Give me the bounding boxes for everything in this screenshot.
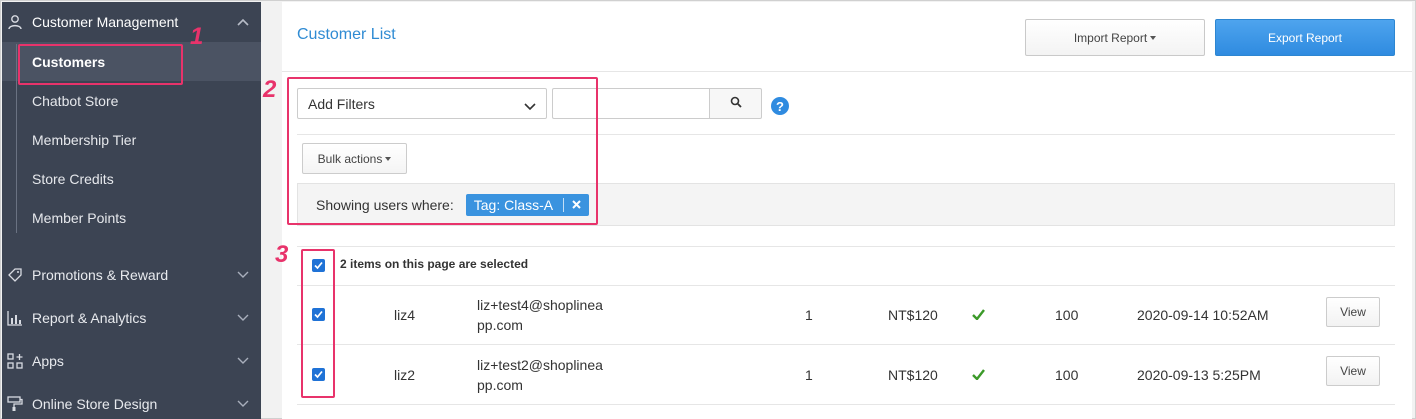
chevron-up-icon[interactable] [237, 15, 249, 29]
sidebar-item-label: Membership Tier [32, 131, 137, 148]
view-label: View [1340, 364, 1366, 378]
chevron-down-icon[interactable] [237, 268, 249, 282]
sidebar-group-label: Online Store Design [32, 395, 158, 412]
divider [282, 71, 1412, 72]
sidebar-item-member-points[interactable]: Member Points [2, 198, 261, 237]
tag-icon [6, 266, 24, 284]
row-email: liz+test2@shoplinea pp.com [477, 355, 603, 395]
export-report-label: Export Report [1267, 30, 1343, 45]
view-label: View [1340, 305, 1366, 319]
view-button[interactable]: View [1326, 297, 1380, 327]
sidebar-group-label: Customer Management [32, 14, 179, 30]
annotation-box-3 [301, 249, 335, 398]
row-email: liz+test4@shoplinea pp.com [477, 295, 603, 335]
sidebar-group-label: Promotions & Reward [32, 266, 169, 283]
window-frame: Customer Management Customers Chatbot St… [0, 0, 1416, 419]
sidebar-item-chatbot-store[interactable]: Chatbot Store [2, 81, 261, 120]
divider [297, 344, 1395, 345]
chevron-down-icon[interactable] [237, 354, 249, 368]
row-amount: NT$120 [888, 367, 938, 383]
sidebar-group-label: Apps [32, 352, 64, 369]
row-email-line: pp.com [477, 317, 523, 333]
row-points: 100 [1055, 367, 1079, 383]
row-name: liz2 [394, 367, 416, 383]
search-button[interactable] [709, 88, 762, 119]
chevron-down-icon[interactable] [237, 397, 249, 411]
chevron-down-icon[interactable] [237, 311, 249, 325]
sidebar-group-apps[interactable]: Apps [2, 339, 261, 382]
help-glyph: ? [776, 98, 784, 114]
row-orders: 1 [805, 307, 813, 323]
import-report-button[interactable]: Import Report [1025, 19, 1205, 56]
row-amount: NT$120 [888, 307, 938, 323]
row-email-line: liz+test4@shoplinea [477, 297, 603, 313]
import-report-label: Import Report [1073, 30, 1148, 45]
help-icon[interactable]: ? [771, 97, 789, 115]
row-date: 2020-09-14 10:52AM [1137, 307, 1269, 323]
annotation-number-3: 3 [275, 241, 289, 268]
sidebar-group-report-analytics[interactable]: Report & Analytics [2, 296, 261, 339]
search-icon [730, 95, 742, 113]
submenu-line [16, 44, 17, 233]
bar-chart-icon [6, 309, 24, 327]
row-date: 2020-09-13 5:25PM [1137, 367, 1261, 383]
paint-roller-icon [6, 395, 24, 413]
sidebar-item-label: Chatbot Store [32, 92, 119, 109]
user-icon [6, 13, 24, 31]
page-title: Customer List [297, 26, 396, 43]
sidebar-group-promotions[interactable]: Promotions & Reward [2, 253, 261, 296]
sidebar-item-label: Store Credits [32, 170, 114, 187]
row-email-line: pp.com [477, 377, 523, 393]
check-icon [972, 307, 985, 323]
sidebar-item-label: Member Points [32, 209, 127, 226]
selected-count-label: 2 items on this page are selected [340, 257, 529, 271]
sidebar-item-membership-tier[interactable]: Membership Tier [2, 120, 261, 159]
annotation-number-2: 2 [263, 76, 277, 103]
divider [297, 246, 1395, 247]
sidebar-group-customer-management[interactable]: Customer Management [2, 2, 261, 42]
annotation-number-1: 1 [190, 23, 204, 50]
check-icon [972, 367, 985, 383]
sidebar-group-label: Report & Analytics [32, 309, 147, 326]
apps-icon [6, 352, 24, 370]
view-button[interactable]: View [1326, 356, 1380, 386]
export-report-button[interactable]: Export Report [1215, 19, 1395, 56]
sidebar-item-store-credits[interactable]: Store Credits [2, 159, 261, 198]
annotation-box-1 [18, 44, 183, 85]
caret-down-icon [1150, 35, 1157, 40]
annotation-box-2 [287, 77, 598, 225]
row-points: 100 [1055, 307, 1079, 323]
sidebar-group-online-store-design[interactable]: Online Store Design [2, 382, 261, 419]
row-orders: 1 [805, 367, 813, 383]
divider [297, 404, 1395, 405]
divider [297, 285, 1395, 286]
row-email-line: liz+test2@shoplinea [477, 357, 603, 373]
row-name: liz4 [394, 307, 416, 323]
